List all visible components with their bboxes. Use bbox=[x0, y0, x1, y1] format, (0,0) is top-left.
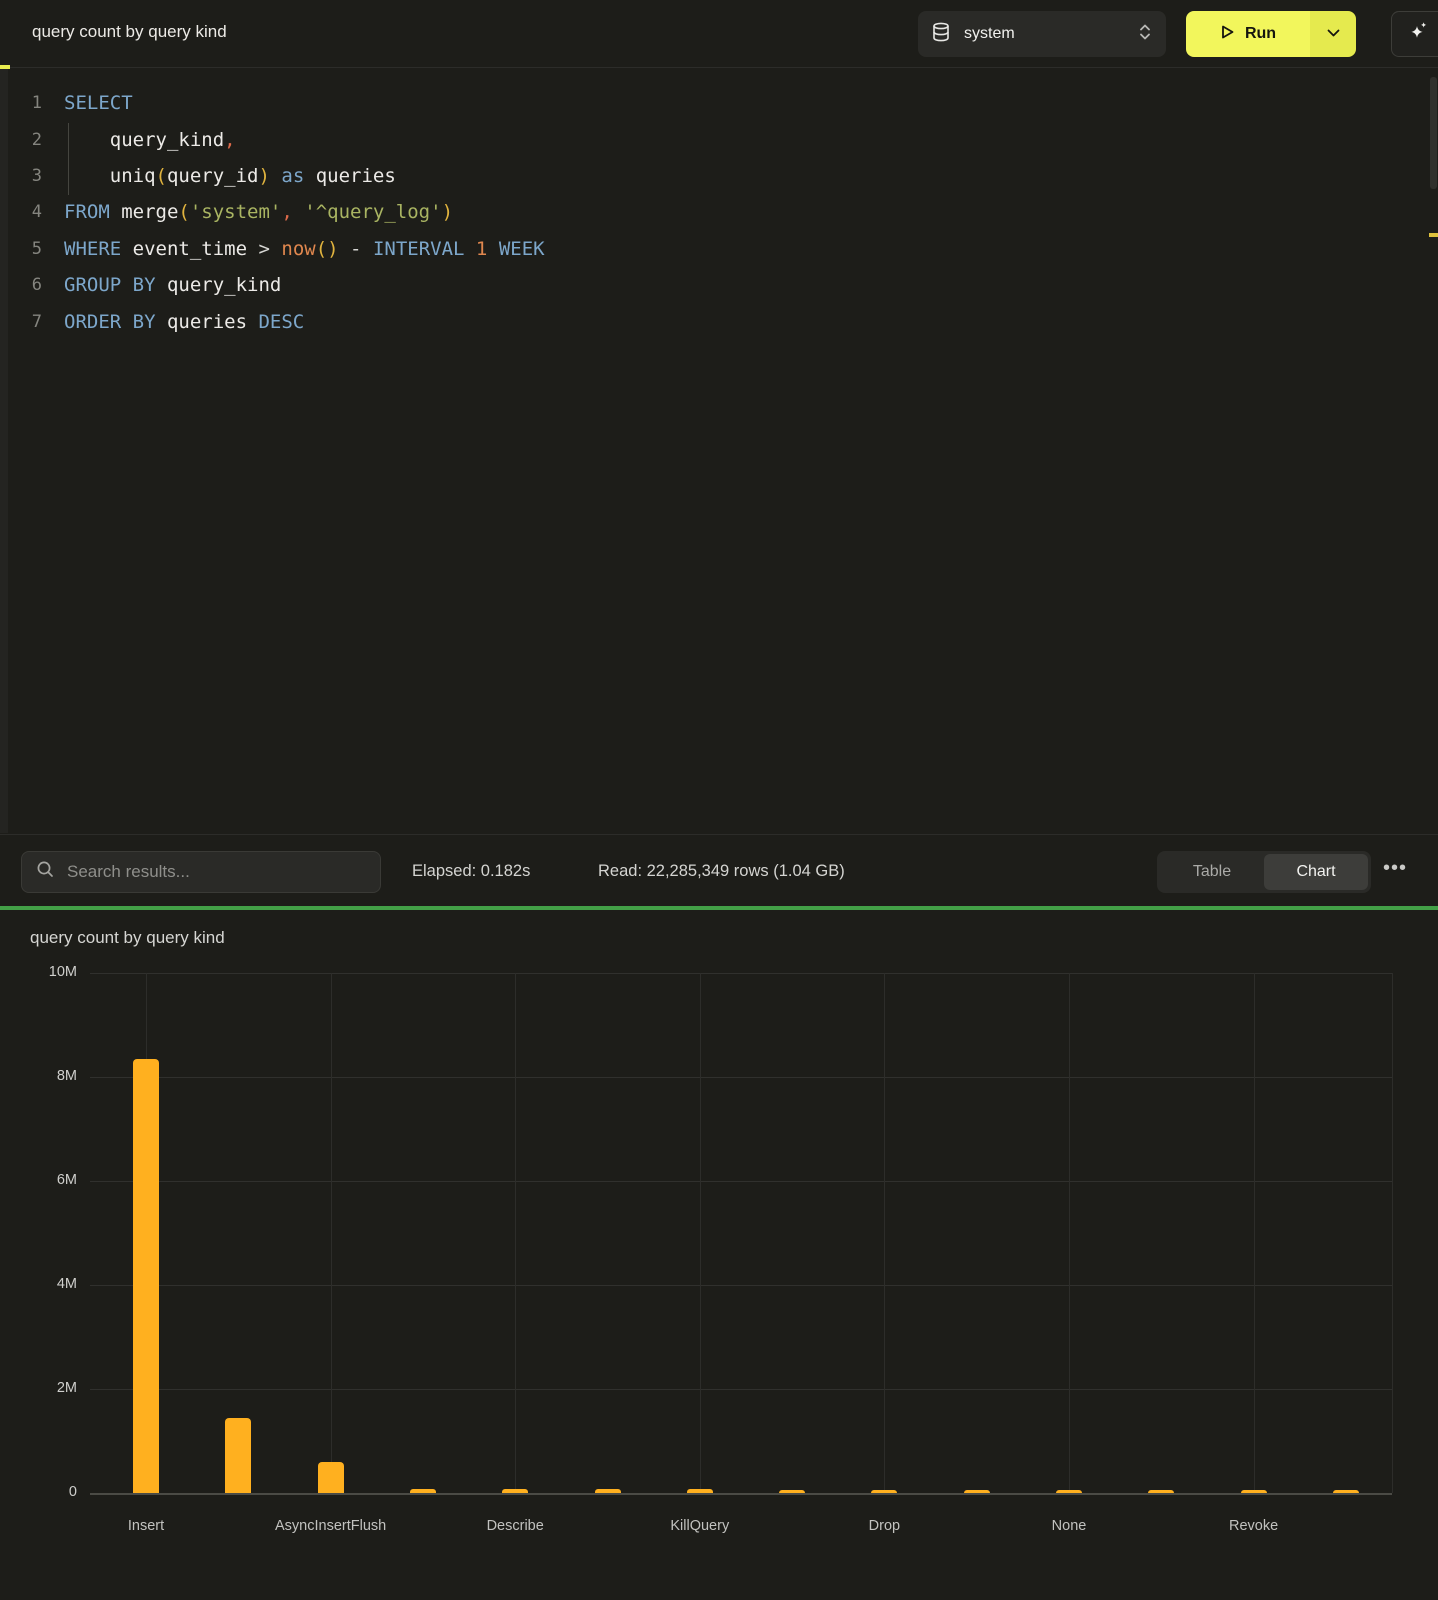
gridline-vertical bbox=[1392, 973, 1393, 1493]
bar bbox=[779, 1490, 805, 1493]
bar bbox=[225, 1418, 251, 1493]
bar bbox=[1241, 1490, 1267, 1493]
line-number: 5 bbox=[0, 239, 42, 259]
sql-code: 1SELECT2 query_kind,3 uniq(query_id) as … bbox=[0, 85, 545, 340]
code-line: 3 uniq(query_id) as queries bbox=[0, 158, 545, 194]
sparkle-icon bbox=[1408, 20, 1430, 49]
sql-console-window: query count by query kind system bbox=[0, 0, 1438, 1600]
code-line: 6GROUP BY query_kind bbox=[0, 267, 545, 303]
editor-scrollbar[interactable] bbox=[1430, 77, 1437, 189]
bar bbox=[318, 1462, 344, 1493]
x-axis-tick-label: Revoke bbox=[1144, 1518, 1364, 1534]
y-axis-tick-label: 0 bbox=[17, 1484, 77, 1500]
run-split-button: Run bbox=[1186, 11, 1356, 57]
tab-chart[interactable]: Chart bbox=[1264, 854, 1368, 890]
y-axis-tick-label: 6M bbox=[17, 1172, 77, 1188]
header-bar: query count by query kind system bbox=[0, 0, 1438, 68]
line-number: 6 bbox=[0, 275, 42, 295]
line-number: 1 bbox=[0, 93, 42, 113]
bar bbox=[1333, 1490, 1359, 1493]
bar bbox=[502, 1489, 528, 1493]
bar bbox=[410, 1489, 436, 1493]
play-icon bbox=[1220, 24, 1235, 45]
y-axis-tick-label: 10M bbox=[17, 964, 77, 980]
sql-editor[interactable]: 1SELECT2 query_kind,3 uniq(query_id) as … bbox=[0, 69, 1438, 833]
bar bbox=[687, 1489, 713, 1493]
code-line: 2 query_kind, bbox=[0, 121, 545, 157]
chart-panel: query count by query kind 02M4M6M8M10MIn… bbox=[0, 910, 1438, 1600]
bar bbox=[1148, 1490, 1174, 1493]
run-options-button[interactable] bbox=[1310, 11, 1356, 57]
code-line: 5WHERE event_time > now() - INTERVAL 1 W… bbox=[0, 231, 545, 267]
results-toolbar: Elapsed: 0.182s Read: 22,285,349 rows (1… bbox=[0, 834, 1438, 906]
more-options-icon[interactable]: ••• bbox=[1383, 857, 1407, 880]
gridline-vertical bbox=[884, 973, 885, 1493]
run-button-label: Run bbox=[1245, 25, 1276, 43]
gridline-horizontal bbox=[90, 1285, 1392, 1286]
line-number: 2 bbox=[0, 130, 42, 150]
chart-title: query count by query kind bbox=[30, 928, 225, 948]
chevron-down-icon bbox=[1327, 25, 1340, 43]
line-number: 7 bbox=[0, 312, 42, 332]
bar bbox=[871, 1490, 897, 1493]
y-axis-tick-label: 8M bbox=[17, 1068, 77, 1084]
database-selector-value: system bbox=[964, 25, 1138, 43]
run-button[interactable]: Run bbox=[1186, 11, 1310, 57]
bar bbox=[964, 1490, 990, 1493]
code-line: 1SELECT bbox=[0, 85, 545, 121]
indent-guide bbox=[68, 123, 69, 195]
search-input[interactable] bbox=[67, 862, 347, 882]
line-number: 3 bbox=[0, 166, 42, 186]
query-title: query count by query kind bbox=[32, 22, 227, 42]
database-selector[interactable]: system bbox=[918, 11, 1166, 57]
up-down-chevrons-icon bbox=[1138, 22, 1152, 47]
line-number: 4 bbox=[0, 202, 42, 222]
gridline-horizontal bbox=[90, 1077, 1392, 1078]
gridline-vertical bbox=[1069, 973, 1070, 1493]
gridline-horizontal bbox=[90, 973, 1392, 974]
elapsed-stat: Elapsed: 0.182s bbox=[412, 862, 530, 881]
gridline-vertical bbox=[515, 973, 516, 1493]
read-stat: Read: 22,285,349 rows (1.04 GB) bbox=[598, 862, 845, 881]
x-axis-line bbox=[90, 1493, 1392, 1495]
gridline-horizontal bbox=[90, 1389, 1392, 1390]
ai-assistant-button[interactable] bbox=[1391, 11, 1438, 57]
tab-table[interactable]: Table bbox=[1160, 854, 1264, 890]
bar bbox=[595, 1489, 621, 1493]
bar bbox=[1056, 1490, 1082, 1493]
y-axis-tick-label: 2M bbox=[17, 1380, 77, 1396]
overview-ruler-mark bbox=[1429, 233, 1438, 237]
view-toggle: Table Chart bbox=[1157, 851, 1371, 893]
gridline-vertical bbox=[700, 973, 701, 1493]
gridline-vertical bbox=[1254, 973, 1255, 1493]
gridline-vertical bbox=[331, 973, 332, 1493]
code-line: 4FROM merge('system', '^query_log') bbox=[0, 194, 545, 230]
search-icon bbox=[36, 860, 55, 884]
search-box[interactable] bbox=[21, 851, 381, 893]
gridline-horizontal bbox=[90, 1181, 1392, 1182]
code-line: 7ORDER BY queries DESC bbox=[0, 303, 545, 339]
y-axis-tick-label: 4M bbox=[17, 1276, 77, 1292]
database-icon bbox=[932, 22, 950, 47]
bar bbox=[133, 1059, 159, 1493]
